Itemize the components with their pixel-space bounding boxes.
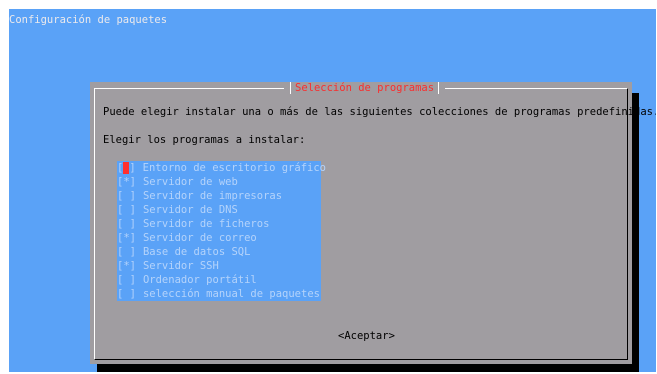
software-option-label: Servidor de correo bbox=[142, 232, 257, 244]
software-option-label: Base de datos SQL bbox=[142, 246, 251, 258]
checkbox[interactable]: [*] bbox=[117, 231, 136, 245]
software-option-label: Servidor de web bbox=[142, 176, 238, 188]
software-option[interactable]: [ ] Servidor de ficheros bbox=[117, 217, 321, 231]
software-option[interactable]: [ ] Base de datos SQL bbox=[117, 245, 321, 259]
software-option[interactable]: [ ] Ordenador portátil bbox=[117, 273, 321, 287]
software-option[interactable]: [*] Servidor de correo bbox=[117, 231, 321, 245]
software-option-label: Entorno de escritorio gráfico bbox=[142, 162, 326, 174]
checkbox[interactable]: [] bbox=[117, 161, 136, 175]
title-right-tick bbox=[438, 82, 440, 94]
software-option-label: Servidor de DNS bbox=[142, 204, 238, 216]
software-option-label: Servidor SSH bbox=[142, 260, 219, 272]
software-option[interactable]: [ ] selección manual de paquetes bbox=[117, 287, 321, 301]
text-cursor bbox=[123, 162, 130, 174]
software-option-label: Servidor de ficheros bbox=[142, 218, 270, 230]
checkbox[interactable]: [ ] bbox=[117, 287, 136, 301]
software-option-label: Ordenador portátil bbox=[142, 274, 257, 286]
software-option[interactable]: [] Entorno de escritorio gráfico bbox=[117, 161, 326, 175]
software-selection-dialog: Selección de programas Puede elegir inst… bbox=[90, 82, 656, 364]
back-title: Configuración de paquetes bbox=[9, 14, 168, 26]
checkbox[interactable]: [ ] bbox=[117, 189, 136, 203]
checkbox[interactable]: [*] bbox=[117, 175, 136, 189]
software-option[interactable]: [*] Servidor de web bbox=[117, 175, 321, 189]
dialog-description: Puede elegir instalar una o más de las s… bbox=[103, 106, 656, 118]
dialog-prompt: Elegir los programas a instalar: bbox=[103, 134, 306, 146]
dialog-title: Selección de programas bbox=[295, 82, 435, 94]
installer-screen: Configuración de paquetes Selección de p… bbox=[9, 9, 656, 372]
software-option[interactable]: [*] Servidor SSH bbox=[117, 259, 321, 273]
software-option[interactable]: [ ] Servidor de DNS bbox=[117, 203, 321, 217]
checkbox[interactable]: [*] bbox=[117, 259, 136, 273]
checkbox[interactable]: [ ] bbox=[117, 217, 136, 231]
software-checklist[interactable]: [] Entorno de escritorio gráfico [*] Servid… bbox=[117, 161, 326, 301]
checkbox[interactable]: [ ] bbox=[117, 245, 136, 259]
software-option-label: selección manual de paquetes bbox=[142, 288, 320, 300]
checkbox[interactable]: [ ] bbox=[117, 203, 136, 217]
checkbox[interactable]: [ ] bbox=[117, 273, 136, 287]
software-option[interactable]: [ ] Servidor de impresoras bbox=[117, 189, 321, 203]
accept-button[interactable]: <Aceptar> bbox=[338, 330, 395, 342]
dialog-title-bar: Selección de programas bbox=[284, 82, 446, 94]
software-option-label: Servidor de impresoras bbox=[142, 190, 283, 202]
